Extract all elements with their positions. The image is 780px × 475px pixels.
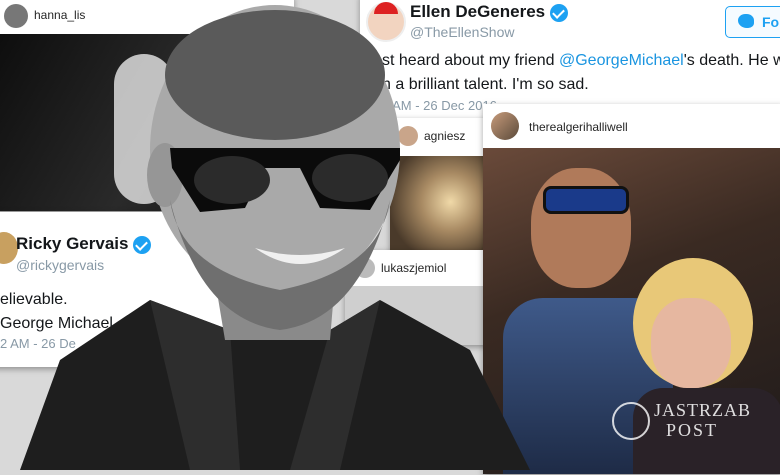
tweet-text: elievable. George Michael	[0, 291, 113, 332]
verified-icon	[549, 3, 568, 22]
avatar[interactable]	[355, 258, 375, 278]
instagram-post-hanna: hanna_lis	[0, 0, 294, 211]
bird-icon	[738, 14, 754, 28]
username[interactable]: agniesz	[424, 129, 465, 143]
watermark-line1: JASTRZAB	[654, 400, 752, 420]
avatar[interactable]	[4, 4, 28, 28]
username[interactable]: therealgerihalliwell	[529, 120, 628, 134]
post-header: therealgerihalliwell	[483, 104, 780, 148]
mention-link[interactable]: @GeorgeMichael	[559, 52, 684, 69]
username[interactable]: hanna_lis	[34, 8, 85, 22]
handle[interactable]: @TheEllenShow	[410, 24, 515, 40]
avatar[interactable]	[398, 126, 418, 146]
display-name[interactable]: Ricky Gervais	[16, 234, 152, 254]
instagram-post-lukasz: lukaszjemiol	[345, 250, 495, 345]
timestamp[interactable]: 5 AM - 26 Dec 2016	[382, 98, 497, 113]
post-photo	[345, 286, 495, 345]
follow-button[interactable]: Fol	[725, 6, 780, 38]
watermark-logo-icon	[612, 402, 650, 440]
post-photo	[0, 34, 294, 211]
avatar[interactable]	[491, 112, 519, 140]
tweet-text: st heard about my friend @GeorgeMichael'…	[382, 52, 780, 93]
tweet-card-ricky: Ricky Gervais @rickygervais elievable. G…	[0, 212, 300, 367]
post-header: hanna_lis	[0, 0, 294, 34]
follow-label: Fol	[762, 14, 780, 30]
display-name[interactable]: Ellen DeGeneres	[410, 2, 568, 22]
handle[interactable]: @rickygervais	[16, 257, 104, 273]
watermark-line2: POST	[666, 420, 719, 440]
avatar[interactable]	[366, 2, 406, 42]
username[interactable]: lukaszjemiol	[381, 261, 446, 275]
timestamp[interactable]: 2 AM - 26 De	[0, 336, 76, 351]
watermark: JASTRZAB POST	[612, 398, 772, 448]
verified-icon	[133, 235, 152, 254]
